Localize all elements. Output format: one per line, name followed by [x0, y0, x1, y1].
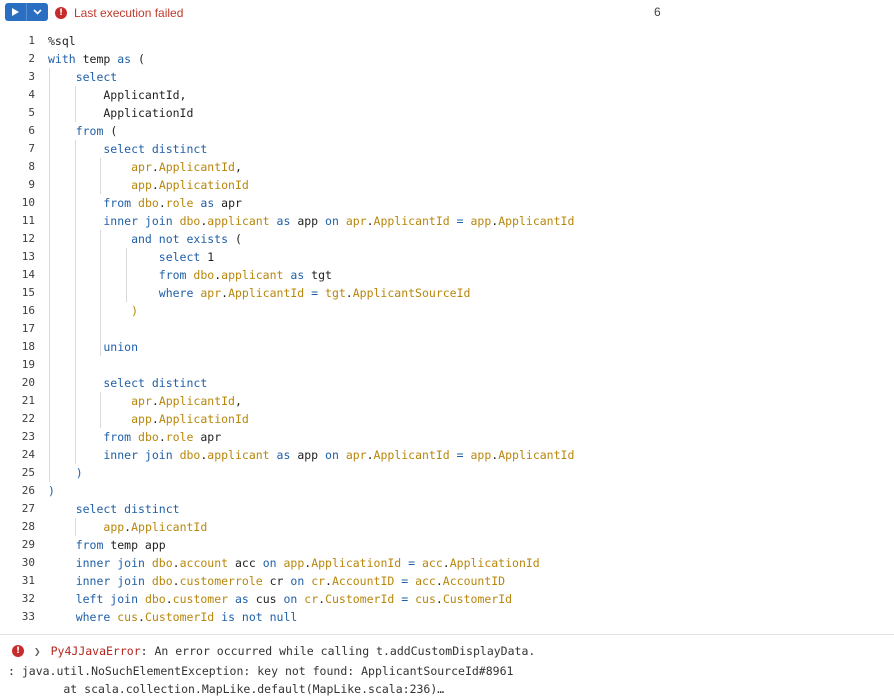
line-number: 18 [21, 340, 35, 353]
line-number: 19 [21, 358, 35, 371]
line-number: 31 [21, 574, 35, 587]
code-text: where cus.CustomerId is not null [48, 610, 298, 624]
code-text: inner join dbo.customerrole cr on cr.Acc… [48, 574, 506, 588]
chevron-down-icon [33, 9, 42, 15]
code-editor[interactable]: 1 %sql 2 with temp as ( 3 select 4 ApplicantI… [0, 32, 894, 630]
line-number: 16 [21, 304, 35, 317]
indent-guide [74, 86, 76, 122]
code-text: ) [48, 304, 139, 318]
line-number: 26 [21, 484, 35, 497]
code-text: ) [48, 484, 55, 498]
line-number: 3 [28, 70, 35, 83]
run-options-button[interactable] [27, 3, 48, 21]
code-text: inner join dbo.applicant as app on apr.A… [48, 448, 575, 462]
code-text: apr.ApplicantId, [131, 160, 242, 174]
indent-guide [74, 518, 76, 536]
code-text: ApplicationId [48, 106, 194, 120]
code-text: select distinct [48, 376, 208, 390]
line-number: 14 [21, 268, 35, 281]
play-icon [12, 8, 20, 16]
line-number: 20 [21, 376, 35, 389]
error-header: ! ❯ Py4JJavaError : An error occurred wh… [12, 644, 535, 658]
code-text: select [48, 70, 118, 84]
code-text: from temp app [48, 538, 166, 552]
indent-guide [74, 140, 76, 464]
stack-trace-line: : java.util.NoSuchElementException: key … [8, 664, 514, 678]
indent-guide [100, 230, 102, 356]
line-number: 1 [28, 34, 35, 47]
line-number: 2 [28, 52, 35, 65]
error-message: : An error occurred while calling t.addC… [140, 644, 536, 658]
error-icon: ! [55, 6, 67, 19]
code-text: inner join dbo.account acc on app.Applic… [48, 556, 540, 570]
line-number: 12 [21, 232, 35, 245]
execution-status: ! Last execution failed [55, 5, 183, 20]
code-text: app.ApplicationId [131, 412, 249, 426]
indent-guide [49, 68, 50, 482]
code-text: union [48, 340, 139, 354]
error-output: ! ❯ Py4JJavaError : An error occurred wh… [0, 634, 894, 697]
code-text: apr.ApplicantId, [131, 394, 242, 408]
line-number: 30 [21, 556, 35, 569]
code-text: with temp as ( [48, 52, 145, 66]
line-number: 17 [21, 322, 35, 335]
line-number: 8 [28, 160, 35, 173]
code-text: left join dbo.customer as cus on cr.Cust… [48, 592, 513, 606]
line-number: 10 [21, 196, 35, 209]
line-number: 24 [21, 448, 35, 461]
line-number: 5 [28, 106, 35, 119]
cell-toolbar: ! Last execution failed 6 [0, 0, 894, 26]
chevron-right-icon[interactable]: ❯ [34, 645, 41, 658]
line-number: 9 [28, 178, 35, 191]
line-number: 29 [21, 538, 35, 551]
line-number: 11 [21, 214, 35, 227]
line-number: 21 [21, 394, 35, 407]
indent-guide [100, 158, 102, 194]
code-text: where apr.ApplicantId = tgt.ApplicantSou… [48, 286, 471, 300]
error-name: Py4JJavaError [50, 644, 141, 658]
line-number: 28 [21, 520, 35, 533]
line-number: 33 [21, 610, 35, 623]
code-text: ) [48, 466, 83, 480]
code-text: and not exists ( [48, 232, 242, 246]
code-text: from dbo.role as apr [48, 196, 242, 210]
run-cell-button[interactable] [5, 3, 28, 21]
line-number: 32 [21, 592, 35, 605]
indent-guide [100, 392, 102, 428]
line-number: 22 [21, 412, 35, 425]
code-text: from dbo.applicant as tgt [48, 268, 332, 282]
error-icon: ! [12, 645, 24, 657]
code-text: from ( [48, 124, 118, 138]
cell-number: 6 [654, 5, 661, 19]
line-number: 25 [21, 466, 35, 479]
line-number: 15 [21, 286, 35, 299]
code-text: ApplicantId, [48, 88, 187, 102]
stack-trace-line: at scala.collection.MapLike.default(MapL… [8, 682, 445, 696]
execution-status-text: Last execution failed [74, 5, 184, 20]
indent-guide [125, 248, 127, 302]
code-text: inner join dbo.applicant as app on apr.A… [48, 214, 575, 228]
code-text: select distinct [48, 502, 180, 516]
line-number: 27 [21, 502, 35, 515]
line-number: 7 [28, 142, 35, 155]
line-number: 6 [28, 124, 35, 137]
code-text: %sql [48, 34, 76, 48]
line-number: 23 [21, 430, 35, 443]
code-text: app.ApplicationId [131, 178, 249, 192]
line-number: 4 [28, 88, 35, 101]
code-text: select 1 [48, 250, 215, 264]
run-button-group [5, 3, 48, 21]
code-text: app.ApplicantId [103, 520, 208, 534]
line-number: 13 [21, 250, 35, 263]
code-text: select distinct [48, 142, 208, 156]
